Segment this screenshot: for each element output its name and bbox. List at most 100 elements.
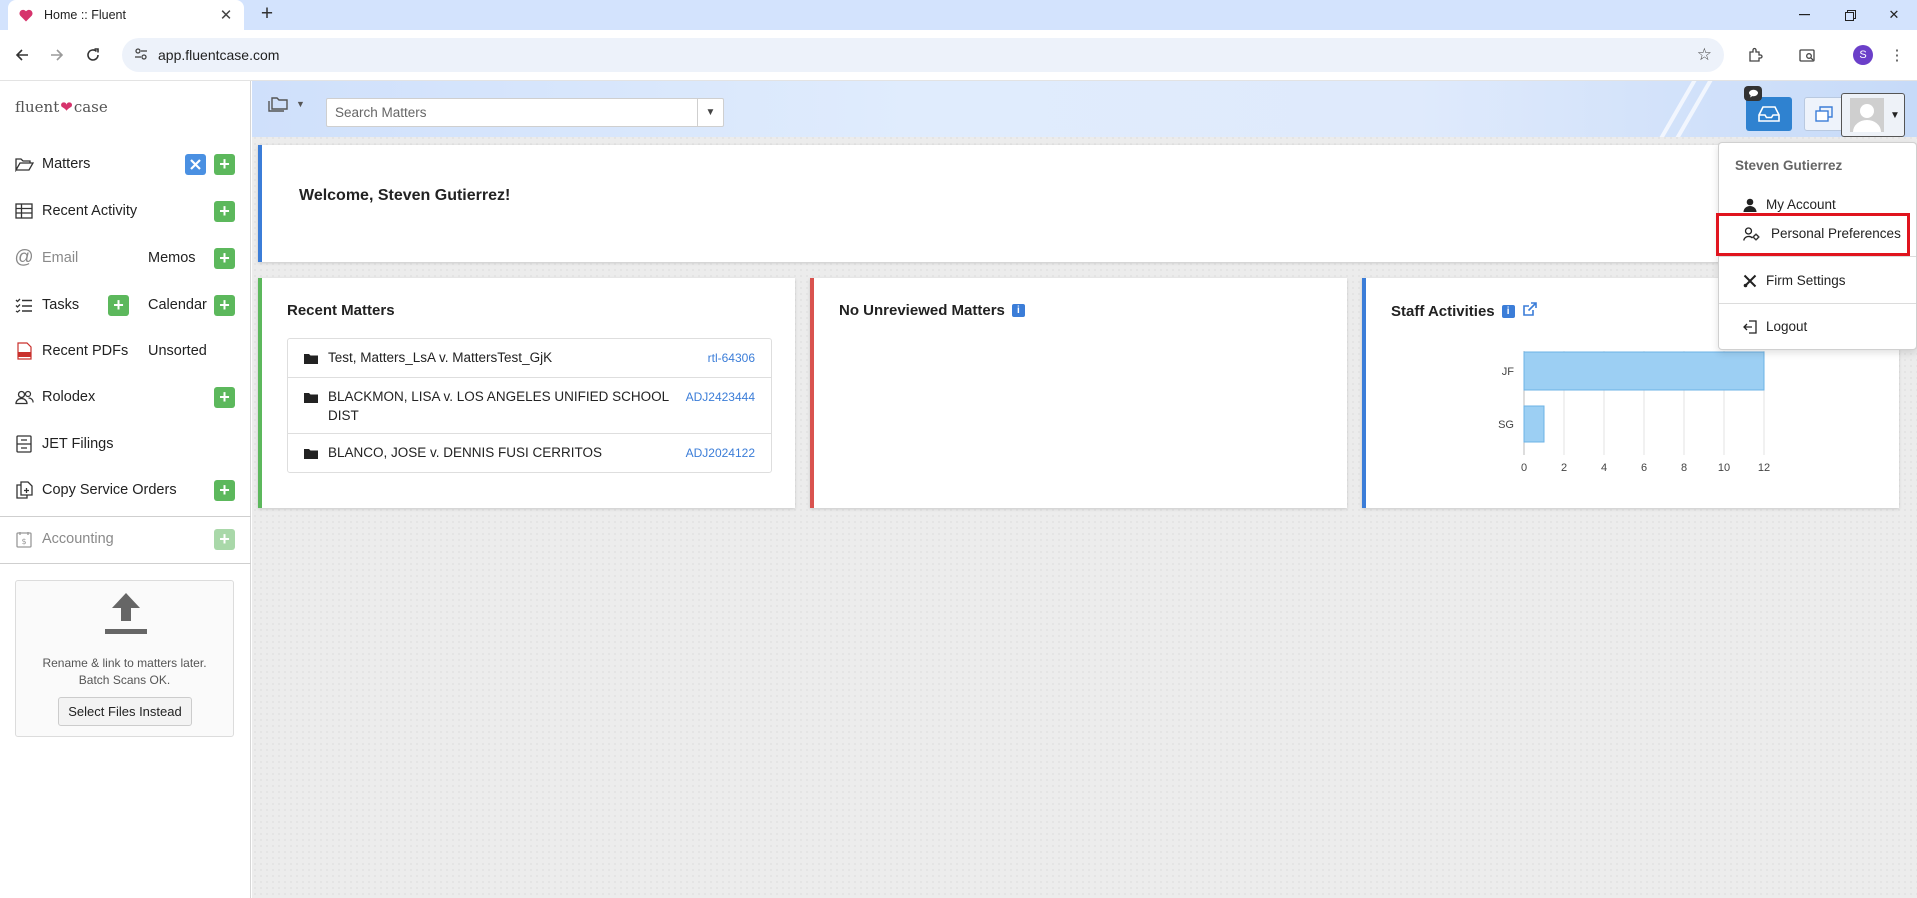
sidebar-item-unsorted[interactable]: Unsorted <box>148 343 207 359</box>
browser-toolbar: app.fluentcase.com ☆ S ⋮ <box>0 30 1917 81</box>
sidebar-item-matters[interactable]: Matters <box>14 154 90 174</box>
folder-icon <box>304 387 318 408</box>
tab-close-icon[interactable]: ✕ <box>218 6 234 24</box>
sidebar-row-jet-filings: JET Filings <box>0 421 251 467</box>
task-list-icon <box>14 295 34 315</box>
sidebar-item-email[interactable]: @ Email <box>14 247 78 268</box>
folder-icon <box>304 443 318 464</box>
matter-code[interactable]: ADJ2423444 <box>686 387 755 407</box>
browser-tab-strip: Home :: Fluent ✕ + ✕ <box>0 0 1917 30</box>
user-menu-button[interactable]: ▼ <box>1841 93 1905 137</box>
window-switcher-button[interactable] <box>1804 97 1844 131</box>
windows-icon <box>1815 106 1833 122</box>
add-memo-button[interactable]: + <box>214 247 235 269</box>
sidebar-row-tasks: Tasks + Calendar + <box>0 282 251 328</box>
upload-arrow-icon <box>105 593 147 634</box>
fluentcase-logo[interactable]: fluent ❤ case <box>15 98 108 116</box>
sidebar-item-tasks[interactable]: Tasks <box>14 295 79 315</box>
minimize-icon[interactable] <box>1781 0 1827 30</box>
app-header: ▼ ▼ ▼ <box>252 81 1917 137</box>
matter-name[interactable]: BLANCO, JOSE v. DENNIS FUSI CERRITOS <box>328 443 674 462</box>
add-copy-order-button[interactable]: + <box>214 479 235 501</box>
inbox-button[interactable] <box>1746 97 1792 131</box>
logout-icon <box>1743 319 1757 334</box>
recent-matters-list: Test, Matters_LsA v. MattersTest_GjK rtl… <box>287 338 772 473</box>
chart-tick-label: 0 <box>1521 462 1527 474</box>
sidebar-item-accounting[interactable]: $ Accounting <box>14 529 114 549</box>
file-upload-dropzone[interactable]: Rename & link to matters later. Batch Sc… <box>15 580 234 737</box>
url-text: app.fluentcase.com <box>158 47 280 63</box>
matter-code[interactable]: ADJ2024122 <box>686 443 755 463</box>
user-icon <box>1743 198 1757 212</box>
welcome-banner: Welcome, Steven Gutierrez! <box>258 145 1902 262</box>
site-info-icon[interactable] <box>134 47 148 64</box>
extensions-icon[interactable] <box>1742 42 1768 68</box>
main-content: ▼ ▼ ▼ Welcome, Steven Gutierrez! Recent … <box>252 81 1917 898</box>
sidebar-item-calendar[interactable]: Calendar <box>148 297 207 313</box>
add-task-button[interactable]: + <box>108 294 129 316</box>
search-matters-input[interactable] <box>327 99 697 126</box>
sidebar-row-matters: Matters + <box>0 141 251 187</box>
search-dropdown-toggle[interactable]: ▼ <box>697 99 723 126</box>
unreviewed-title: No Unreviewed Matters i <box>839 302 1025 319</box>
forward-icon[interactable] <box>44 42 70 68</box>
recent-matters-card: Recent Matters Test, Matters_LsA v. Matt… <box>258 278 795 508</box>
inbox-icon <box>1758 106 1780 122</box>
matter-code[interactable]: rtl-64306 <box>708 348 755 368</box>
new-tab-button[interactable]: + <box>254 2 280 28</box>
reload-icon[interactable] <box>80 42 106 68</box>
add-matter-button[interactable]: + <box>214 153 235 175</box>
personal-preferences-highlight <box>1716 213 1910 256</box>
chevron-down-icon: ▼ <box>296 98 305 109</box>
sidebar-item-memos[interactable]: Memos <box>148 250 196 266</box>
matter-name[interactable]: BLACKMON, LISA v. LOS ANGELES UNIFIED SC… <box>328 387 674 425</box>
svg-text:$: $ <box>21 537 26 546</box>
folder-open-icon <box>14 154 34 174</box>
add-calendar-button[interactable]: + <box>214 294 235 316</box>
chart-tick-label: 2 <box>1561 462 1567 474</box>
add-contact-button[interactable]: + <box>214 386 235 408</box>
window-close-icon[interactable]: ✕ <box>1871 0 1917 30</box>
browser-menu-icon[interactable]: ⋮ <box>1884 42 1910 68</box>
menu-item-logout[interactable]: Logout <box>1743 319 1807 334</box>
restore-icon[interactable] <box>1827 0 1873 30</box>
table-icon <box>14 201 34 221</box>
sidebar-divider <box>0 563 251 564</box>
contacts-icon <box>14 387 34 407</box>
add-activity-button[interactable]: + <box>214 200 235 222</box>
info-icon[interactable]: i <box>1011 304 1025 317</box>
address-bar[interactable]: app.fluentcase.com ☆ <box>122 38 1724 72</box>
tools-icon <box>1743 274 1757 287</box>
sidebar-item-recent-pdfs[interactable]: Recent PDFs <box>14 341 128 361</box>
avatar <box>1850 98 1884 132</box>
chat-icon[interactable] <box>1744 86 1762 101</box>
back-icon[interactable] <box>9 42 35 68</box>
list-item[interactable]: BLACKMON, LISA v. LOS ANGELES UNIFIED SC… <box>288 378 771 434</box>
welcome-message: Welcome, Steven Gutierrez! <box>299 187 511 204</box>
profile-avatar[interactable]: S <box>1850 42 1876 68</box>
sidebar-item-copy-service-orders[interactable]: Copy Service Orders <box>14 480 177 500</box>
list-item[interactable]: Test, Matters_LsA v. MattersTest_GjK rtl… <box>288 339 771 378</box>
sidebar-row-recent-activity: Recent Activity + <box>0 188 251 234</box>
matter-name[interactable]: Test, Matters_LsA v. MattersTest_GjK <box>328 348 696 367</box>
sidebar-row-copy-service: Copy Service Orders + <box>0 467 251 513</box>
tab-search-icon[interactable] <box>1794 42 1820 68</box>
chart-tick-label: 10 <box>1718 462 1730 474</box>
matter-folder-menu-button[interactable]: ▼ <box>268 95 305 112</box>
menu-item-firm-settings[interactable]: Firm Settings <box>1743 273 1846 288</box>
chevron-down-icon: ▼ <box>1890 109 1900 121</box>
sidebar-item-recent-activity[interactable]: Recent Activity <box>14 201 137 221</box>
list-item[interactable]: BLANCO, JOSE v. DENNIS FUSI CERRITOS ADJ… <box>288 434 771 472</box>
sidebar-item-rolodex[interactable]: Rolodex <box>14 387 95 407</box>
matter-tools-button[interactable] <box>185 153 206 175</box>
ledger-icon: $ <box>14 529 34 549</box>
browser-tab[interactable]: Home :: Fluent ✕ <box>8 0 244 30</box>
menu-divider <box>1719 256 1916 257</box>
select-files-button[interactable]: Select Files Instead <box>58 697 192 726</box>
menu-item-my-account[interactable]: My Account <box>1743 197 1836 212</box>
add-accounting-button[interactable]: + <box>214 528 235 550</box>
sidebar-item-jet-filings[interactable]: JET Filings <box>14 434 113 454</box>
chart-tick-label: 8 <box>1681 462 1687 474</box>
bookmark-star-icon[interactable]: ☆ <box>1697 45 1712 65</box>
logo-heart-icon: ❤ <box>60 98 73 116</box>
